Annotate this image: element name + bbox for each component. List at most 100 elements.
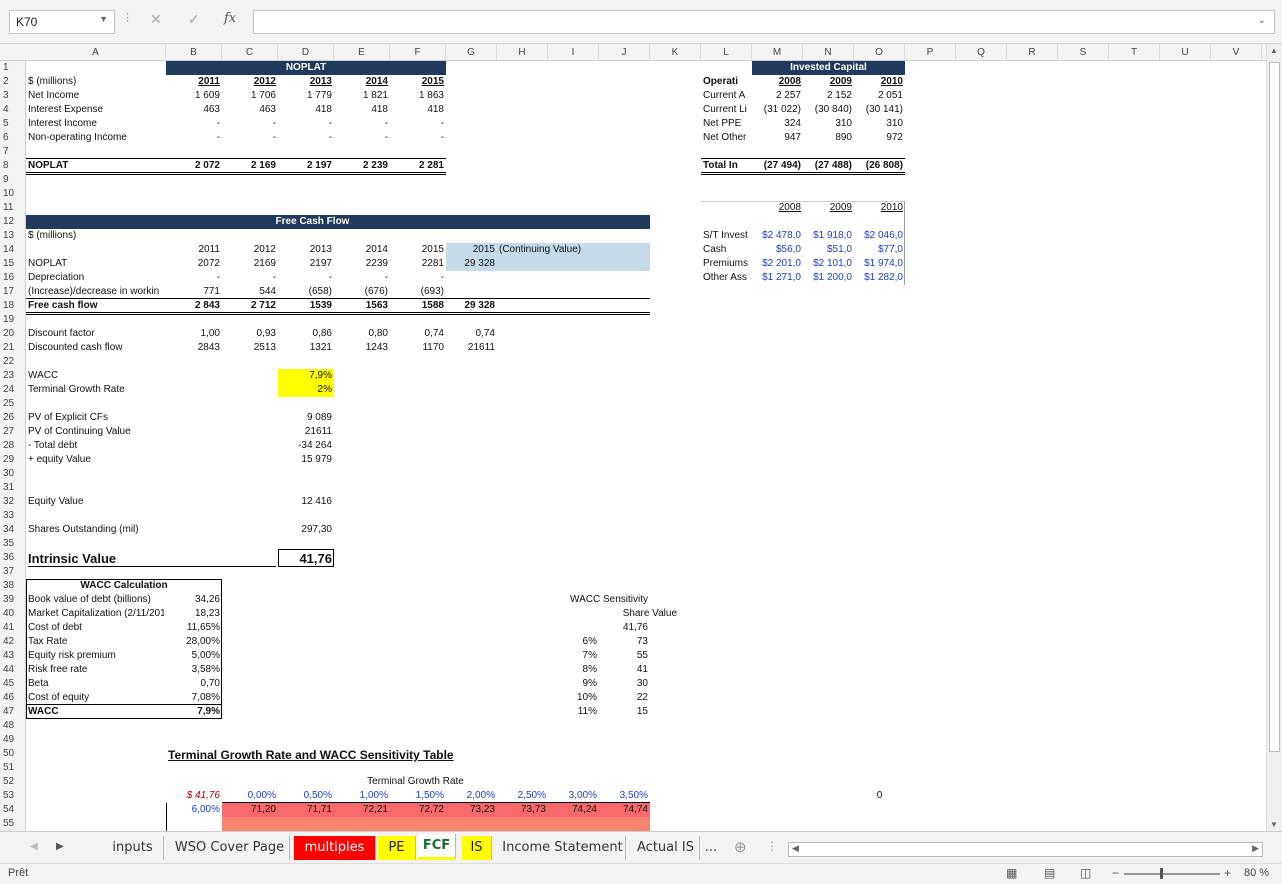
row-header-24[interactable]: 24 (0, 383, 26, 397)
total-debt-label[interactable]: - Total debt (28, 439, 164, 453)
sheet-tab-actual-is[interactable]: Actual IS (632, 836, 700, 860)
wacc-calc-title[interactable]: WACC Calculation (28, 579, 220, 593)
wacc-calc-label[interactable]: Book value of debt (billions) (28, 593, 164, 607)
fcf-df-value[interactable]: 0,80 (336, 327, 388, 341)
fcf-df-value[interactable]: 0,74 (392, 327, 444, 341)
other-table-value[interactable]: $51,0 (805, 243, 852, 257)
wacc-calc-label[interactable]: Cost of debt (28, 621, 164, 635)
fcf-unit-label[interactable]: $ (millions) (28, 229, 164, 243)
sheet-tab-inputs[interactable]: inputs (102, 836, 164, 860)
tgr-rate[interactable]: 1,00% (336, 789, 388, 803)
noplat-year[interactable]: 2015 (392, 75, 444, 89)
column-header-h[interactable]: H (497, 44, 548, 61)
tgr-rate[interactable]: 0,00% (224, 789, 276, 803)
tgr-row-value[interactable]: 73,23 (448, 803, 495, 817)
name-box[interactable]: K70 ▼ (9, 10, 115, 34)
wacc-calc-label[interactable]: Tax Rate (28, 635, 164, 649)
ic-row-label[interactable]: Current A (703, 89, 750, 103)
noplat-value[interactable]: - (280, 117, 332, 131)
shares-label[interactable]: Shares Outstanding (mil) (28, 523, 164, 537)
noplat-value[interactable]: - (392, 131, 444, 145)
confirm-icon[interactable]: ✓ (188, 11, 200, 28)
sheet-tab-fcf[interactable]: FCF (418, 834, 456, 860)
equity-value-label[interactable]: Equity Value (28, 495, 164, 509)
noplat-total-value[interactable]: 2 281 (392, 159, 444, 173)
row-header-17[interactable]: 17 (0, 285, 26, 299)
row-header-16[interactable]: 16 (0, 271, 26, 285)
other-table-year[interactable]: 2008 (754, 201, 801, 215)
fcf-total-value[interactable]: 1588 (392, 299, 444, 313)
add-sheet-icon[interactable]: ⊕ (734, 838, 747, 856)
tgr-rate[interactable]: 3,50% (601, 789, 648, 803)
tgr-rate[interactable]: 1,50% (392, 789, 444, 803)
noplat-value[interactable]: - (224, 131, 276, 145)
fcf-total-value[interactable]: 2 712 (224, 299, 276, 313)
wacc-calc-value[interactable]: 3,58% (168, 663, 220, 677)
tgr-table-title[interactable]: Terminal Growth Rate and WACC Sensitivit… (168, 747, 490, 763)
fcf-total-value[interactable]: 2 843 (168, 299, 220, 313)
row-header-23[interactable]: 23 (0, 369, 26, 383)
fcf-noplat-value[interactable]: 2169 (224, 257, 276, 271)
other-table-value[interactable]: $2 201,0 (754, 257, 801, 271)
scroll-down-icon[interactable]: ▼ (1270, 820, 1278, 829)
row-header-47[interactable]: 47 (0, 705, 26, 719)
noplat-total-value[interactable]: 2 169 (224, 159, 276, 173)
ic-value[interactable]: 947 (754, 131, 801, 145)
row-header-29[interactable]: 29 (0, 453, 26, 467)
row-header-3[interactable]: 3 (0, 89, 26, 103)
row-header-5[interactable]: 5 (0, 117, 26, 131)
fcf-noplat-label[interactable]: NOPLAT (28, 257, 164, 271)
fcf-total-label[interactable]: Free cash flow (28, 299, 164, 313)
row-header-46[interactable]: 46 (0, 691, 26, 705)
pv-cont-label[interactable]: PV of Continuing Value (28, 425, 164, 439)
fcf-year[interactable]: 2013 (280, 243, 332, 257)
noplat-value[interactable]: 418 (280, 103, 332, 117)
column-header-r[interactable]: R (1007, 44, 1058, 61)
row-header-20[interactable]: 20 (0, 327, 26, 341)
tgr-row-value[interactable]: 72,72 (392, 803, 444, 817)
valuation-wacc-value[interactable]: 7,9% (280, 369, 332, 383)
column-header-a[interactable]: A (26, 44, 166, 61)
noplat-value[interactable]: 1 609 (168, 89, 220, 103)
intrinsic-value-label[interactable]: Intrinsic Value (28, 550, 276, 567)
other-table-value[interactable]: $1 918,0 (805, 229, 852, 243)
worksheet-grid[interactable]: ABCDEFGHIJKLMNOPQRSTUV 1 2 3 4 5 6 7 8 9 10 11 12 13… (0, 44, 1266, 831)
insert-function-icon[interactable]: fx (224, 11, 236, 26)
next-sheet-icon[interactable]: ▶ (56, 841, 64, 852)
tgr-row-value[interactable]: 73,73 (499, 803, 546, 817)
wacc-calc-value[interactable]: 7,9% (168, 705, 220, 719)
scroll-right-icon[interactable]: ▶ (1252, 843, 1259, 854)
zoom-in-icon[interactable]: + (1224, 866, 1231, 880)
noplat-value[interactable]: 1 706 (224, 89, 276, 103)
other-table-value[interactable]: $2 101,0 (805, 257, 852, 271)
fcf-df-label[interactable]: Discount factor (28, 327, 164, 341)
wacc-calc-label[interactable]: Beta (28, 677, 164, 691)
fcf-noplat-value[interactable]: 2281 (392, 257, 444, 271)
tgr-rate[interactable]: 0,50% (280, 789, 332, 803)
ic-row-label[interactable]: Net PPE (703, 117, 750, 131)
sheet-tab-multiples[interactable]: multiples (294, 836, 376, 860)
wacc-calc-value[interactable]: 18,23 (168, 607, 220, 621)
ic-total-value[interactable]: (26 808) (856, 159, 903, 173)
pv-explicit-label[interactable]: PV of Explicit CFs (28, 411, 164, 425)
fcf-noplat-value[interactable]: 2072 (168, 257, 220, 271)
fcf-df-value[interactable]: 0,86 (280, 327, 332, 341)
wacc-sens-value[interactable]: 55 (601, 649, 648, 663)
wacc-calc-value[interactable]: 7,08% (168, 691, 220, 705)
fcf-dep-value[interactable]: - (224, 271, 276, 285)
wacc-calc-label[interactable]: WACC (28, 705, 164, 719)
fcf-year[interactable]: 2014 (336, 243, 388, 257)
noplat-value[interactable]: - (224, 117, 276, 131)
fcf-dep-value[interactable]: - (280, 271, 332, 285)
column-header-f[interactable]: F (390, 44, 446, 61)
row-header-40[interactable]: 40 (0, 607, 26, 621)
other-table-value[interactable]: $1 282,0 (856, 271, 903, 285)
column-header-o[interactable]: O (854, 44, 905, 61)
fcf-df-value[interactable]: 1,00 (168, 327, 220, 341)
noplat-value[interactable]: - (336, 117, 388, 131)
ic-value[interactable]: 310 (805, 117, 852, 131)
noplat-total-value[interactable]: 2 197 (280, 159, 332, 173)
intrinsic-value[interactable]: 41,76 (280, 550, 332, 567)
column-header-q[interactable]: Q (956, 44, 1007, 61)
noplat-row-label[interactable]: Non-operating Income (28, 131, 164, 145)
